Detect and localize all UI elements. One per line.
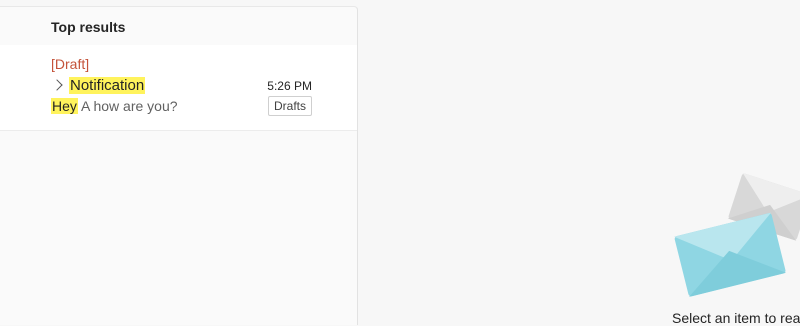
message-preview: Hey A how are you? <box>51 98 178 114</box>
section-header-top-results: Top results <box>51 19 126 35</box>
message-subject: Notification <box>69 76 146 94</box>
chevron-right-icon[interactable] <box>51 79 63 91</box>
folder-badge: Drafts <box>267 96 312 116</box>
front-envelope-icon <box>674 212 787 297</box>
subject-row: Notification <box>51 75 146 95</box>
message-list-item[interactable]: [Draft] Notification 5:26 PM Hey A how a… <box>0 45 357 131</box>
message-time: 5:26 PM <box>267 79 312 93</box>
draft-tag: [Draft] <box>51 56 90 72</box>
preview-text: A how are you? <box>77 98 178 114</box>
envelopes-illustration <box>674 172 800 297</box>
preview-highlight: Hey <box>51 98 78 114</box>
search-results-pane: Top results [Draft] Notification 5:26 PM… <box>0 6 358 325</box>
reading-pane-placeholder: Select an item to read <box>672 310 800 326</box>
